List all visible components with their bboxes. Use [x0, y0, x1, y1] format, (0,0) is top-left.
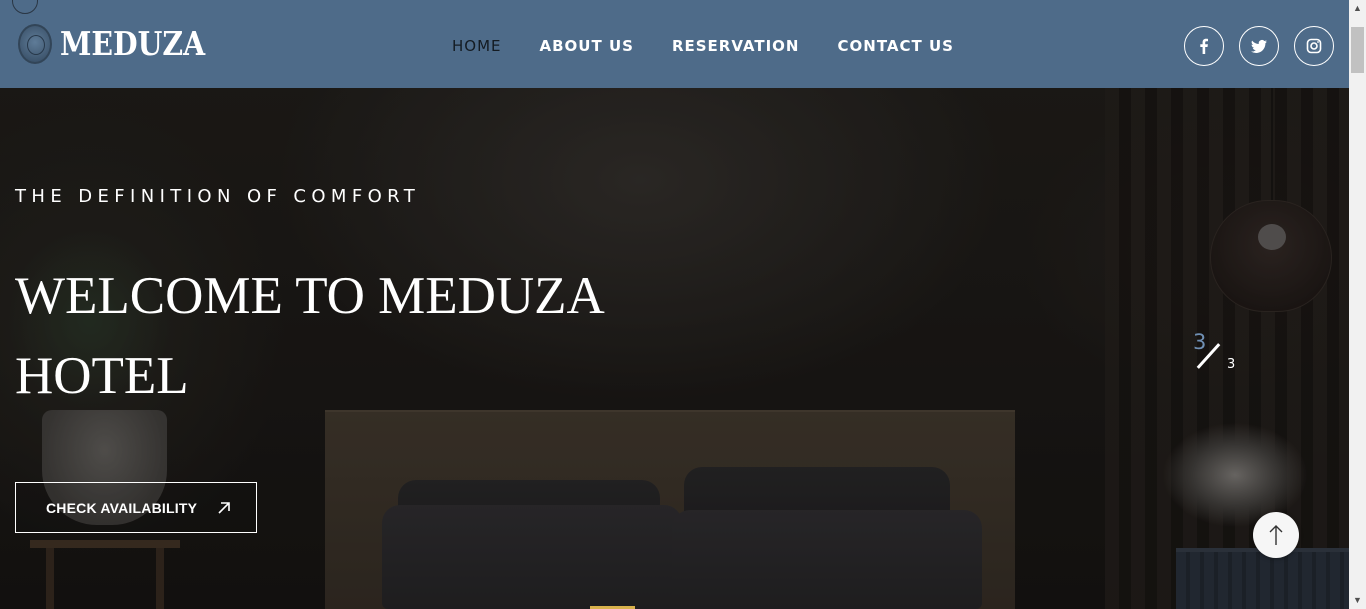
nav-item-reservation[interactable]: RESERVATION: [672, 36, 800, 56]
page-scrollbar[interactable]: ▲ ▼: [1349, 0, 1366, 609]
nav-item-contact-us[interactable]: CONTACT US: [838, 36, 954, 56]
facebook-link[interactable]: [1184, 26, 1224, 66]
twitter-icon: [1251, 39, 1267, 53]
twitter-link[interactable]: [1239, 26, 1279, 66]
hero-headline-line1: WELCOME TO MEDUZA: [15, 267, 605, 325]
main-nav: HOME ABOUT US RESERVATION CONTACT US: [452, 36, 954, 56]
hero-tagline: THE DEFINITION OF COMFORT: [15, 186, 421, 207]
brand-name: MEDUZA: [60, 24, 206, 63]
back-to-top-button[interactable]: [1253, 512, 1299, 558]
arrow-up-right-icon: [218, 501, 230, 514]
hero-headline: WELCOME TO MEDUZA HOTEL: [15, 256, 695, 416]
scroll-up-arrow-icon[interactable]: ▲: [1349, 0, 1366, 17]
top-circle-icon: [12, 0, 38, 14]
instagram-icon: [1306, 38, 1322, 54]
check-availability-button[interactable]: CHECK AVAILABILITY: [15, 482, 257, 533]
slide-current: 3: [1193, 330, 1207, 354]
site-header: MEDUZA HOME ABOUT US RESERVATION CONTACT…: [0, 0, 1349, 88]
scroll-down-arrow-icon[interactable]: ▼: [1349, 592, 1366, 609]
scroll-thumb[interactable]: [1351, 27, 1364, 73]
slide-counter: 3 3: [1190, 330, 1250, 380]
nav-item-about-us[interactable]: ABOUT US: [540, 36, 634, 56]
brand-logo[interactable]: MEDUZA: [18, 24, 229, 64]
social-links: [1184, 26, 1334, 66]
hero-headline-line2: HOTEL: [15, 347, 189, 405]
nav-item-home[interactable]: HOME: [452, 36, 502, 56]
slide-total: 3: [1227, 357, 1236, 372]
instagram-link[interactable]: [1294, 26, 1334, 66]
check-availability-label: CHECK AVAILABILITY: [46, 499, 198, 516]
facebook-icon: [1200, 38, 1208, 54]
arrow-up-icon: [1269, 525, 1283, 545]
medusa-head-icon: [18, 24, 52, 64]
hero-section: THE DEFINITION OF COMFORT WELCOME TO MED…: [0, 0, 1349, 609]
